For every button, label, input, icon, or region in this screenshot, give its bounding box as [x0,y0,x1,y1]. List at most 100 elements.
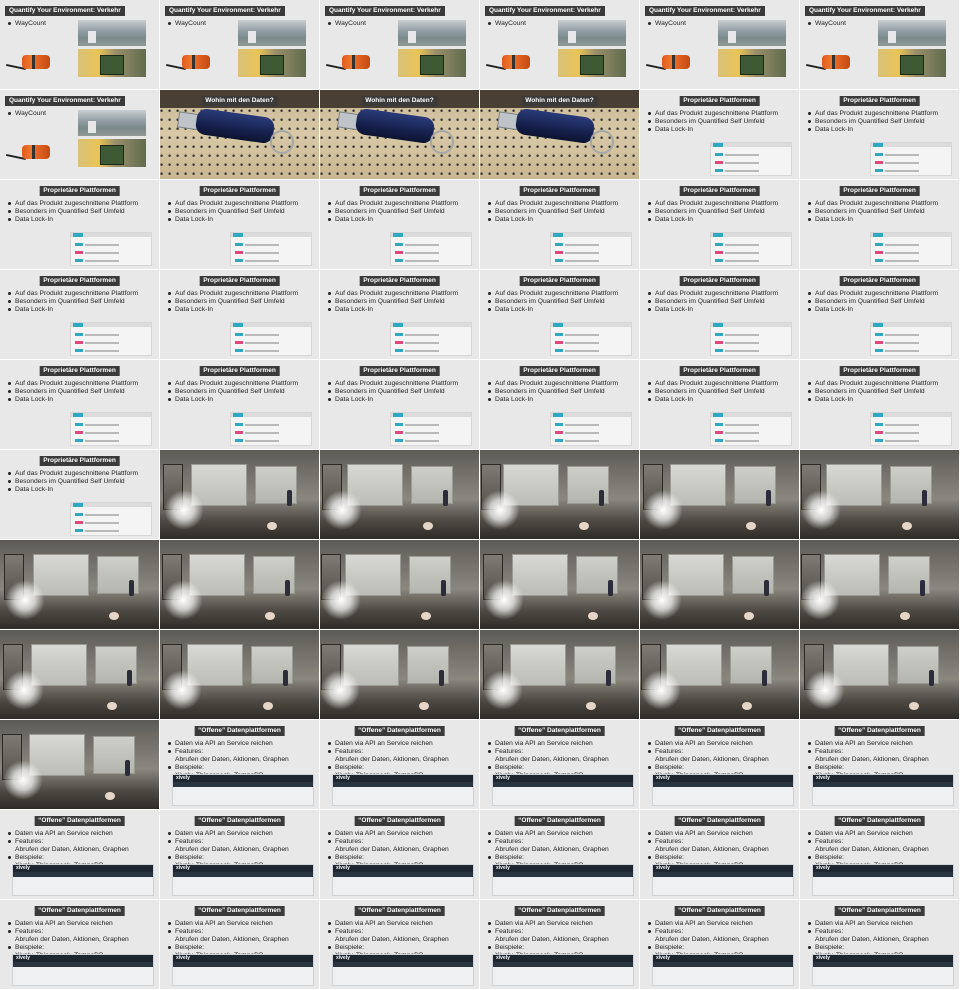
thumbnail-open[interactable]: “Offene” Datenplattformen Daten via API a… [320,900,479,989]
thumbnail-open[interactable]: “Offene” Datenplattformen Daten via API a… [800,900,959,989]
thumbnail-photo[interactable] [160,630,319,719]
thumbnail-proprietary[interactable]: Proprietäre Plattformen Auf das Produkt z… [640,180,799,269]
bullet-text: Auf das Produkt zugeschnittene Plattform [15,380,139,387]
screenshot-header [871,143,951,147]
bullet-item: Daten via API an Service reichen [648,830,753,838]
bullet-dot-icon [328,832,331,835]
thumbnail-photo[interactable] [480,540,639,629]
thumbnail-photo[interactable] [800,630,959,719]
street-photo-top [878,20,946,46]
thumbnail-photo[interactable] [800,450,959,539]
thumbnail-proprietary[interactable]: Proprietäre Plattformen Auf das Produkt z… [480,180,639,269]
thumbnail-proprietary[interactable]: Proprietäre Plattformen Auf das Produkt z… [480,270,639,359]
thumbnail-waycount[interactable]: Quantify Your Environment: Verkehr WayCou… [0,90,159,179]
bullet-dot-icon [488,922,491,925]
platform-screenshot [70,502,152,536]
audience-head [265,612,275,620]
thumbnail-open[interactable]: “Offene” Datenplattformen Daten via API a… [480,810,639,899]
thumbnail-waycount[interactable]: Quantify Your Environment: Verkehr WayCou… [320,0,479,89]
bullet-item: Features: Abrufen der Daten, Aktionen, G… [808,748,929,763]
platform-screenshot [870,232,952,266]
thumbnail-proprietary[interactable]: Proprietäre Plattformen Auf das Produkt z… [0,270,159,359]
screenshot-tab [553,233,563,237]
thumbnail-proprietary[interactable]: Proprietäre Plattformen Auf das Produkt z… [640,90,799,179]
bullet-text: Auf das Produkt zugeschnittene Plattform [175,290,299,297]
thumbnail-proprietary[interactable]: Proprietäre Plattformen Auf das Produkt z… [800,180,959,269]
thumbnail-open[interactable]: “Offene” Datenplattformen Daten via API a… [480,900,639,989]
thumbnail-photo[interactable] [160,540,319,629]
thumbnail-open[interactable]: “Offene” Datenplattformen Daten via API a… [320,810,479,899]
thumbnail-open[interactable]: “Offene” Datenplattformen Daten via API a… [0,810,159,899]
thumbnail-photo[interactable] [640,450,799,539]
xively-screenshot: xively [492,864,634,896]
screenshot-tab [873,323,883,327]
thumbnail-open[interactable]: “Offene” Datenplattformen Daten via API a… [160,900,319,989]
thumbnail-usb[interactable]: Wohin mit den Daten? [160,90,319,179]
screenshot-row-line [85,424,119,426]
thumbnail-photo[interactable] [480,630,639,719]
thumbnail-photo[interactable] [0,540,159,629]
thumbnail-proprietary[interactable]: Proprietäre Plattformen Auf das Produkt z… [160,270,319,359]
thumbnail-waycount[interactable]: Quantify Your Environment: Verkehr WayCou… [800,0,959,89]
screenshot-row-swatch [875,333,883,336]
bullet-text: Besonders im Quantified Self Umfeld [815,298,925,306]
thumbnail-usb[interactable]: Wohin mit den Daten? [480,90,639,179]
thumbnail-waycount[interactable]: Quantify Your Environment: Verkehr WayCou… [640,0,799,89]
thumbnail-proprietary[interactable]: Proprietäre Plattformen Auf das Produkt z… [640,360,799,449]
thumbnail-photo[interactable] [480,450,639,539]
thumbnail-proprietary[interactable]: Proprietäre Plattformen Auf das Produkt z… [0,360,159,449]
thumbnail-usb[interactable]: Wohin mit den Daten? [320,90,479,179]
bullet-text: Besonders im Quantified Self Umfeld [815,118,925,126]
crosswalk-stripe [888,31,896,43]
screenshot-tab [233,323,243,327]
thumbnail-proprietary[interactable]: Proprietäre Plattformen Auf das Produkt z… [320,270,479,359]
thumbnail-proprietary[interactable]: Proprietäre Plattformen Auf das Produkt z… [800,270,959,359]
thumbnail-proprietary[interactable]: Proprietäre Plattformen Auf das Produkt z… [320,360,479,449]
thumbnail-open[interactable]: “Offene” Datenplattformen Daten via API a… [800,810,959,899]
thumbnail-photo[interactable] [0,630,159,719]
bullet-item: Besonders im Quantified Self Umfeld [488,388,605,396]
thumbnail-open[interactable]: “Offene” Datenplattformen Daten via API a… [160,720,319,809]
thumbnail-open[interactable]: “Offene” Datenplattformen Daten via API a… [320,720,479,809]
thumbnail-waycount[interactable]: Quantify Your Environment: Verkehr WayCou… [160,0,319,89]
bullet-text: Features: Abrufen der Daten, Aktionen, G… [335,928,449,943]
thumbnail-photo[interactable] [640,540,799,629]
bullet-item: Besonders im Quantified Self Umfeld [648,118,765,126]
thumbnail-proprietary[interactable]: Proprietäre Plattformen Auf das Produkt z… [800,90,959,179]
thumbnail-open[interactable]: “Offene” Datenplattformen Daten via API a… [0,900,159,989]
thumbnail-waycount[interactable]: Quantify Your Environment: Verkehr WayCou… [0,0,159,89]
thumbnail-photo[interactable] [800,540,959,629]
thumbnail-photo[interactable] [640,630,799,719]
thumbnail-proprietary[interactable]: Proprietäre Plattformen Auf das Produkt z… [0,180,159,269]
xively-screenshot: xively [812,954,954,986]
thumbnail-proprietary[interactable]: Proprietäre Plattformen Auf das Produkt z… [160,180,319,269]
thumbnail-open[interactable]: “Offene” Datenplattformen Daten via API a… [640,900,799,989]
thumbnail-photo[interactable] [160,450,319,539]
thumbnail-proprietary[interactable]: Proprietäre Plattformen Auf das Produkt z… [320,180,479,269]
thumbnail-photo[interactable] [320,630,479,719]
xively-nav-strip [813,962,953,967]
thumbnail-photo[interactable] [0,720,159,809]
thumbnail-open[interactable]: “Offene” Datenplattformen Daten via API a… [640,810,799,899]
bullet-text: Besonders im Quantified Self Umfeld [495,388,605,396]
thumbnail-proprietary[interactable]: Proprietäre Plattformen Auf das Produkt z… [480,360,639,449]
xively-screenshot: xively [332,954,474,986]
thumbnail-open[interactable]: “Offene” Datenplattformen Daten via API a… [640,720,799,809]
thumbnail-open[interactable]: “Offene” Datenplattformen Daten via API a… [800,720,959,809]
thumbnail-waycount[interactable]: Quantify Your Environment: Verkehr WayCou… [480,0,639,89]
thumbnail-photo[interactable] [320,540,479,629]
bullet-text: Features: Abrufen der Daten, Aktionen, G… [815,838,929,853]
thumbnail-open[interactable]: “Offene” Datenplattformen Daten via API a… [160,810,319,899]
bullet-dot-icon [488,832,491,835]
thumbnail-photo[interactable] [320,450,479,539]
light-glare [320,580,361,620]
bullet-item: Besonders im Quantified Self Umfeld [8,478,125,486]
thumbnail-proprietary[interactable]: Proprietäre Plattformen Auf das Produkt z… [800,360,959,449]
thumbnail-proprietary[interactable]: Proprietäre Plattformen Auf das Produkt z… [0,450,159,539]
waycount-sensor-image [22,145,50,159]
thumbnail-open[interactable]: “Offene” Datenplattformen Daten via API a… [480,720,639,809]
platform-screenshot [70,232,152,266]
thumbnail-proprietary[interactable]: Proprietäre Plattformen Auf das Produkt z… [640,270,799,359]
thumbnail-proprietary[interactable]: Proprietäre Plattformen Auf das Produkt z… [160,360,319,449]
bullet-item: Features: Abrufen der Daten, Aktionen, G… [648,928,769,943]
